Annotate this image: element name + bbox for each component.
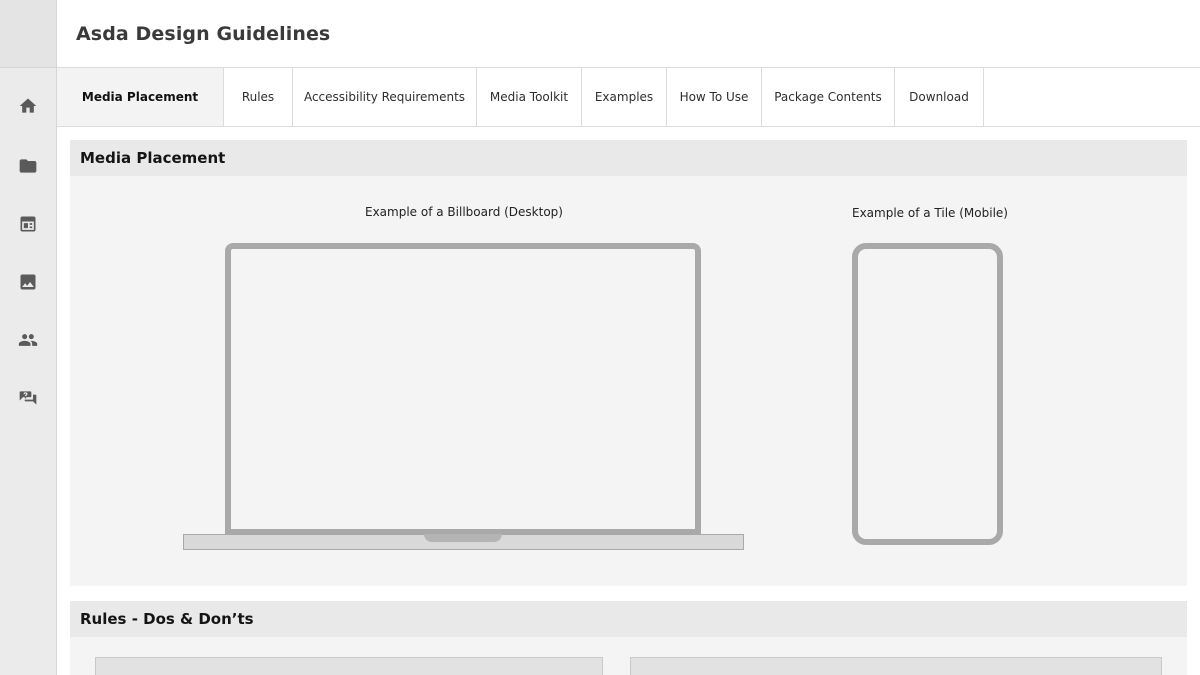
main-content: Media Placement Example of a Billboard (… bbox=[57, 127, 1200, 675]
section-heading: Media Placement bbox=[70, 140, 1187, 176]
app-title: Asda Design Guidelines bbox=[76, 22, 331, 45]
media-placement-section: Media Placement Example of a Billboard (… bbox=[70, 140, 1187, 586]
laptop-screen bbox=[225, 243, 701, 535]
tab-how-to-use[interactable]: How To Use bbox=[667, 68, 762, 126]
rule-card-donts bbox=[630, 657, 1162, 675]
people-icon[interactable] bbox=[18, 330, 38, 350]
tile-caption: Example of a Tile (Mobile) bbox=[852, 206, 1008, 220]
rules-section: Rules - Dos & Don’ts bbox=[70, 601, 1187, 675]
image-icon[interactable] bbox=[18, 272, 38, 292]
tab-media-toolkit[interactable]: Media Toolkit bbox=[477, 68, 582, 126]
tab-accessibility-requirements[interactable]: Accessibility Requirements bbox=[293, 68, 477, 126]
tab-download[interactable]: Download bbox=[895, 68, 984, 126]
folder-icon[interactable] bbox=[18, 156, 38, 176]
tab-media-placement[interactable]: Media Placement bbox=[57, 68, 224, 126]
article-icon[interactable] bbox=[18, 214, 38, 234]
help-chat-icon[interactable] bbox=[18, 388, 38, 408]
app-header: Asda Design Guidelines bbox=[57, 0, 1200, 68]
left-rail bbox=[0, 0, 57, 675]
phone-mockup bbox=[852, 243, 1003, 545]
rail-top bbox=[0, 0, 56, 68]
rule-card-dos bbox=[95, 657, 603, 675]
tab-rules[interactable]: Rules bbox=[224, 68, 293, 126]
tab-package-contents[interactable]: Package Contents bbox=[762, 68, 895, 126]
laptop-notch bbox=[424, 534, 502, 542]
billboard-caption: Example of a Billboard (Desktop) bbox=[365, 205, 563, 219]
tab-examples[interactable]: Examples bbox=[582, 68, 667, 126]
tab-bar: Media Placement Rules Accessibility Requ… bbox=[57, 68, 1200, 127]
home-icon[interactable] bbox=[18, 96, 38, 116]
section-heading: Rules - Dos & Don’ts bbox=[70, 601, 1187, 637]
